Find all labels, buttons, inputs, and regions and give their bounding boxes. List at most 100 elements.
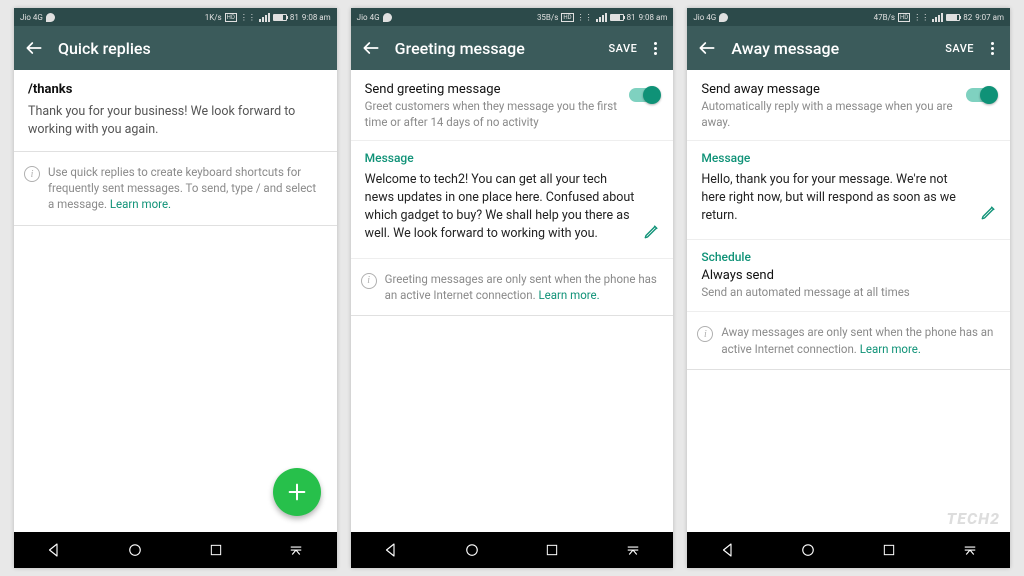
time-label: 9:08 am <box>639 13 668 22</box>
schedule-row[interactable]: Always send Send an automated message at… <box>687 264 1010 312</box>
schedule-subtitle: Send an automated message at all times <box>701 285 996 299</box>
toggle-title: Send greeting message <box>365 82 622 97</box>
more-menu-button[interactable] <box>643 36 667 60</box>
toggle-subtitle: Greet customers when they message you th… <box>365 99 622 130</box>
nav-home-button[interactable] <box>124 539 146 561</box>
app-bar: Greeting message SAVE <box>351 26 674 70</box>
nav-recents-button[interactable] <box>205 539 227 561</box>
arrow-left-icon <box>24 38 44 58</box>
toggle-switch[interactable] <box>629 88 659 102</box>
info-box: i Greeting messages are only sent when t… <box>351 259 674 316</box>
battery-label: 82 <box>963 13 972 22</box>
edit-button[interactable] <box>641 220 663 242</box>
phone-screen-quick-replies: Jio 4G 1K/s HD ⋮⋮ 81 9:08 am Quick repli… <box>14 8 337 568</box>
schedule-title: Always send <box>701 268 996 283</box>
chat-icon <box>719 13 728 22</box>
content-area: Send away message Automatically reply wi… <box>687 70 1010 532</box>
message-section-label: Message <box>351 141 674 165</box>
time-label: 9:07 am <box>975 13 1004 22</box>
nav-back-button[interactable] <box>43 539 65 561</box>
learn-more-link[interactable]: Learn more. <box>860 342 921 356</box>
more-menu-button[interactable] <box>980 36 1004 60</box>
android-nav-bar <box>14 532 337 568</box>
greeting-toggle-row[interactable]: Send greeting message Greet customers wh… <box>351 70 674 141</box>
page-title: Quick replies <box>58 39 331 58</box>
learn-more-link[interactable]: Learn more. <box>538 288 599 302</box>
info-box: i Away messages are only sent when the p… <box>687 312 1010 369</box>
message-row[interactable]: Hello, thank you for your message. We're… <box>687 165 1010 240</box>
arrow-left-icon <box>697 38 717 58</box>
android-nav-bar <box>351 532 674 568</box>
pencil-icon <box>643 222 661 240</box>
status-bar: Jio 4G 35B/s HD ⋮⋮ 81 9:08 am <box>351 8 674 26</box>
nav-recents-button[interactable] <box>541 539 563 561</box>
app-bar: Quick replies <box>14 26 337 70</box>
nav-drawer-button[interactable] <box>285 539 307 561</box>
nav-drawer-button[interactable] <box>622 539 644 561</box>
nav-home-button[interactable] <box>461 539 483 561</box>
speed-label: 35B/s <box>537 13 558 22</box>
content-area: /thanks Thank you for your business! We … <box>14 70 337 532</box>
info-text: Away messages are only sent when the pho… <box>721 324 996 356</box>
message-section-label: Message <box>687 141 1010 165</box>
edit-button[interactable] <box>978 201 1000 223</box>
battery-icon <box>610 14 624 21</box>
message-row[interactable]: Welcome to tech2! You can get all your t… <box>351 165 674 259</box>
speed-label: 1K/s <box>205 13 222 22</box>
arrow-left-icon <box>361 38 381 58</box>
plus-icon <box>286 481 308 503</box>
toggle-subtitle: Automatically reply with a message when … <box>701 99 958 130</box>
quick-reply-text: Thank you for your business! We look for… <box>28 103 323 139</box>
battery-label: 81 <box>627 13 636 22</box>
phone-screen-away: Jio 4G 47B/s HD ⋮⋮ 82 9:07 am Away messa… <box>687 8 1010 568</box>
schedule-section-label: Schedule <box>687 240 1010 264</box>
info-text: Greeting messages are only sent when the… <box>385 271 660 303</box>
wifi-icon: ⋮⋮ <box>577 13 593 22</box>
signal-icon <box>259 13 270 22</box>
greeting-message-text: Welcome to tech2! You can get all your t… <box>365 171 636 244</box>
signal-icon <box>596 13 607 22</box>
page-title: Greeting message <box>395 39 603 58</box>
signal-icon <box>932 13 943 22</box>
info-icon: i <box>24 166 40 182</box>
nav-back-button[interactable] <box>380 539 402 561</box>
android-nav-bar <box>687 532 1010 568</box>
app-bar: Away message SAVE <box>687 26 1010 70</box>
info-box: i Use quick replies to create keyboard s… <box>14 151 337 225</box>
back-button[interactable] <box>693 34 721 62</box>
hd-icon: HD <box>225 13 237 22</box>
nav-recents-button[interactable] <box>878 539 900 561</box>
back-button[interactable] <box>20 34 48 62</box>
page-title: Away message <box>731 39 939 58</box>
battery-label: 81 <box>290 13 299 22</box>
learn-more-link[interactable]: Learn more. <box>110 197 171 211</box>
hd-icon: HD <box>898 13 910 22</box>
toggle-switch[interactable] <box>966 88 996 102</box>
nav-drawer-button[interactable] <box>959 539 981 561</box>
add-quick-reply-fab[interactable] <box>273 468 321 516</box>
toggle-title: Send away message <box>701 82 958 97</box>
away-message-text: Hello, thank you for your message. We're… <box>701 171 972 225</box>
nav-home-button[interactable] <box>797 539 819 561</box>
hd-icon: HD <box>561 13 573 22</box>
status-bar: Jio 4G 1K/s HD ⋮⋮ 81 9:08 am <box>14 8 337 26</box>
speed-label: 47B/s <box>874 13 895 22</box>
phone-screen-greeting: Jio 4G 35B/s HD ⋮⋮ 81 9:08 am Greeting m… <box>351 8 674 568</box>
quick-reply-item[interactable]: /thanks Thank you for your business! We … <box>14 70 337 151</box>
back-button[interactable] <box>357 34 385 62</box>
battery-icon <box>946 14 960 21</box>
save-button[interactable]: SAVE <box>939 38 980 59</box>
battery-icon <box>273 14 287 21</box>
save-button[interactable]: SAVE <box>603 38 644 59</box>
away-toggle-row[interactable]: Send away message Automatically reply wi… <box>687 70 1010 141</box>
watermark: TECH2 <box>947 509 1000 528</box>
wifi-icon: ⋮⋮ <box>240 13 256 22</box>
pencil-icon <box>980 203 998 221</box>
carrier-label: Jio 4G <box>20 13 43 22</box>
nav-back-button[interactable] <box>717 539 739 561</box>
wifi-icon: ⋮⋮ <box>913 13 929 22</box>
chat-icon <box>383 13 392 22</box>
status-bar: Jio 4G 47B/s HD ⋮⋮ 82 9:07 am <box>687 8 1010 26</box>
info-icon: i <box>697 326 713 342</box>
info-text: Use quick replies to create keyboard sho… <box>48 164 323 212</box>
